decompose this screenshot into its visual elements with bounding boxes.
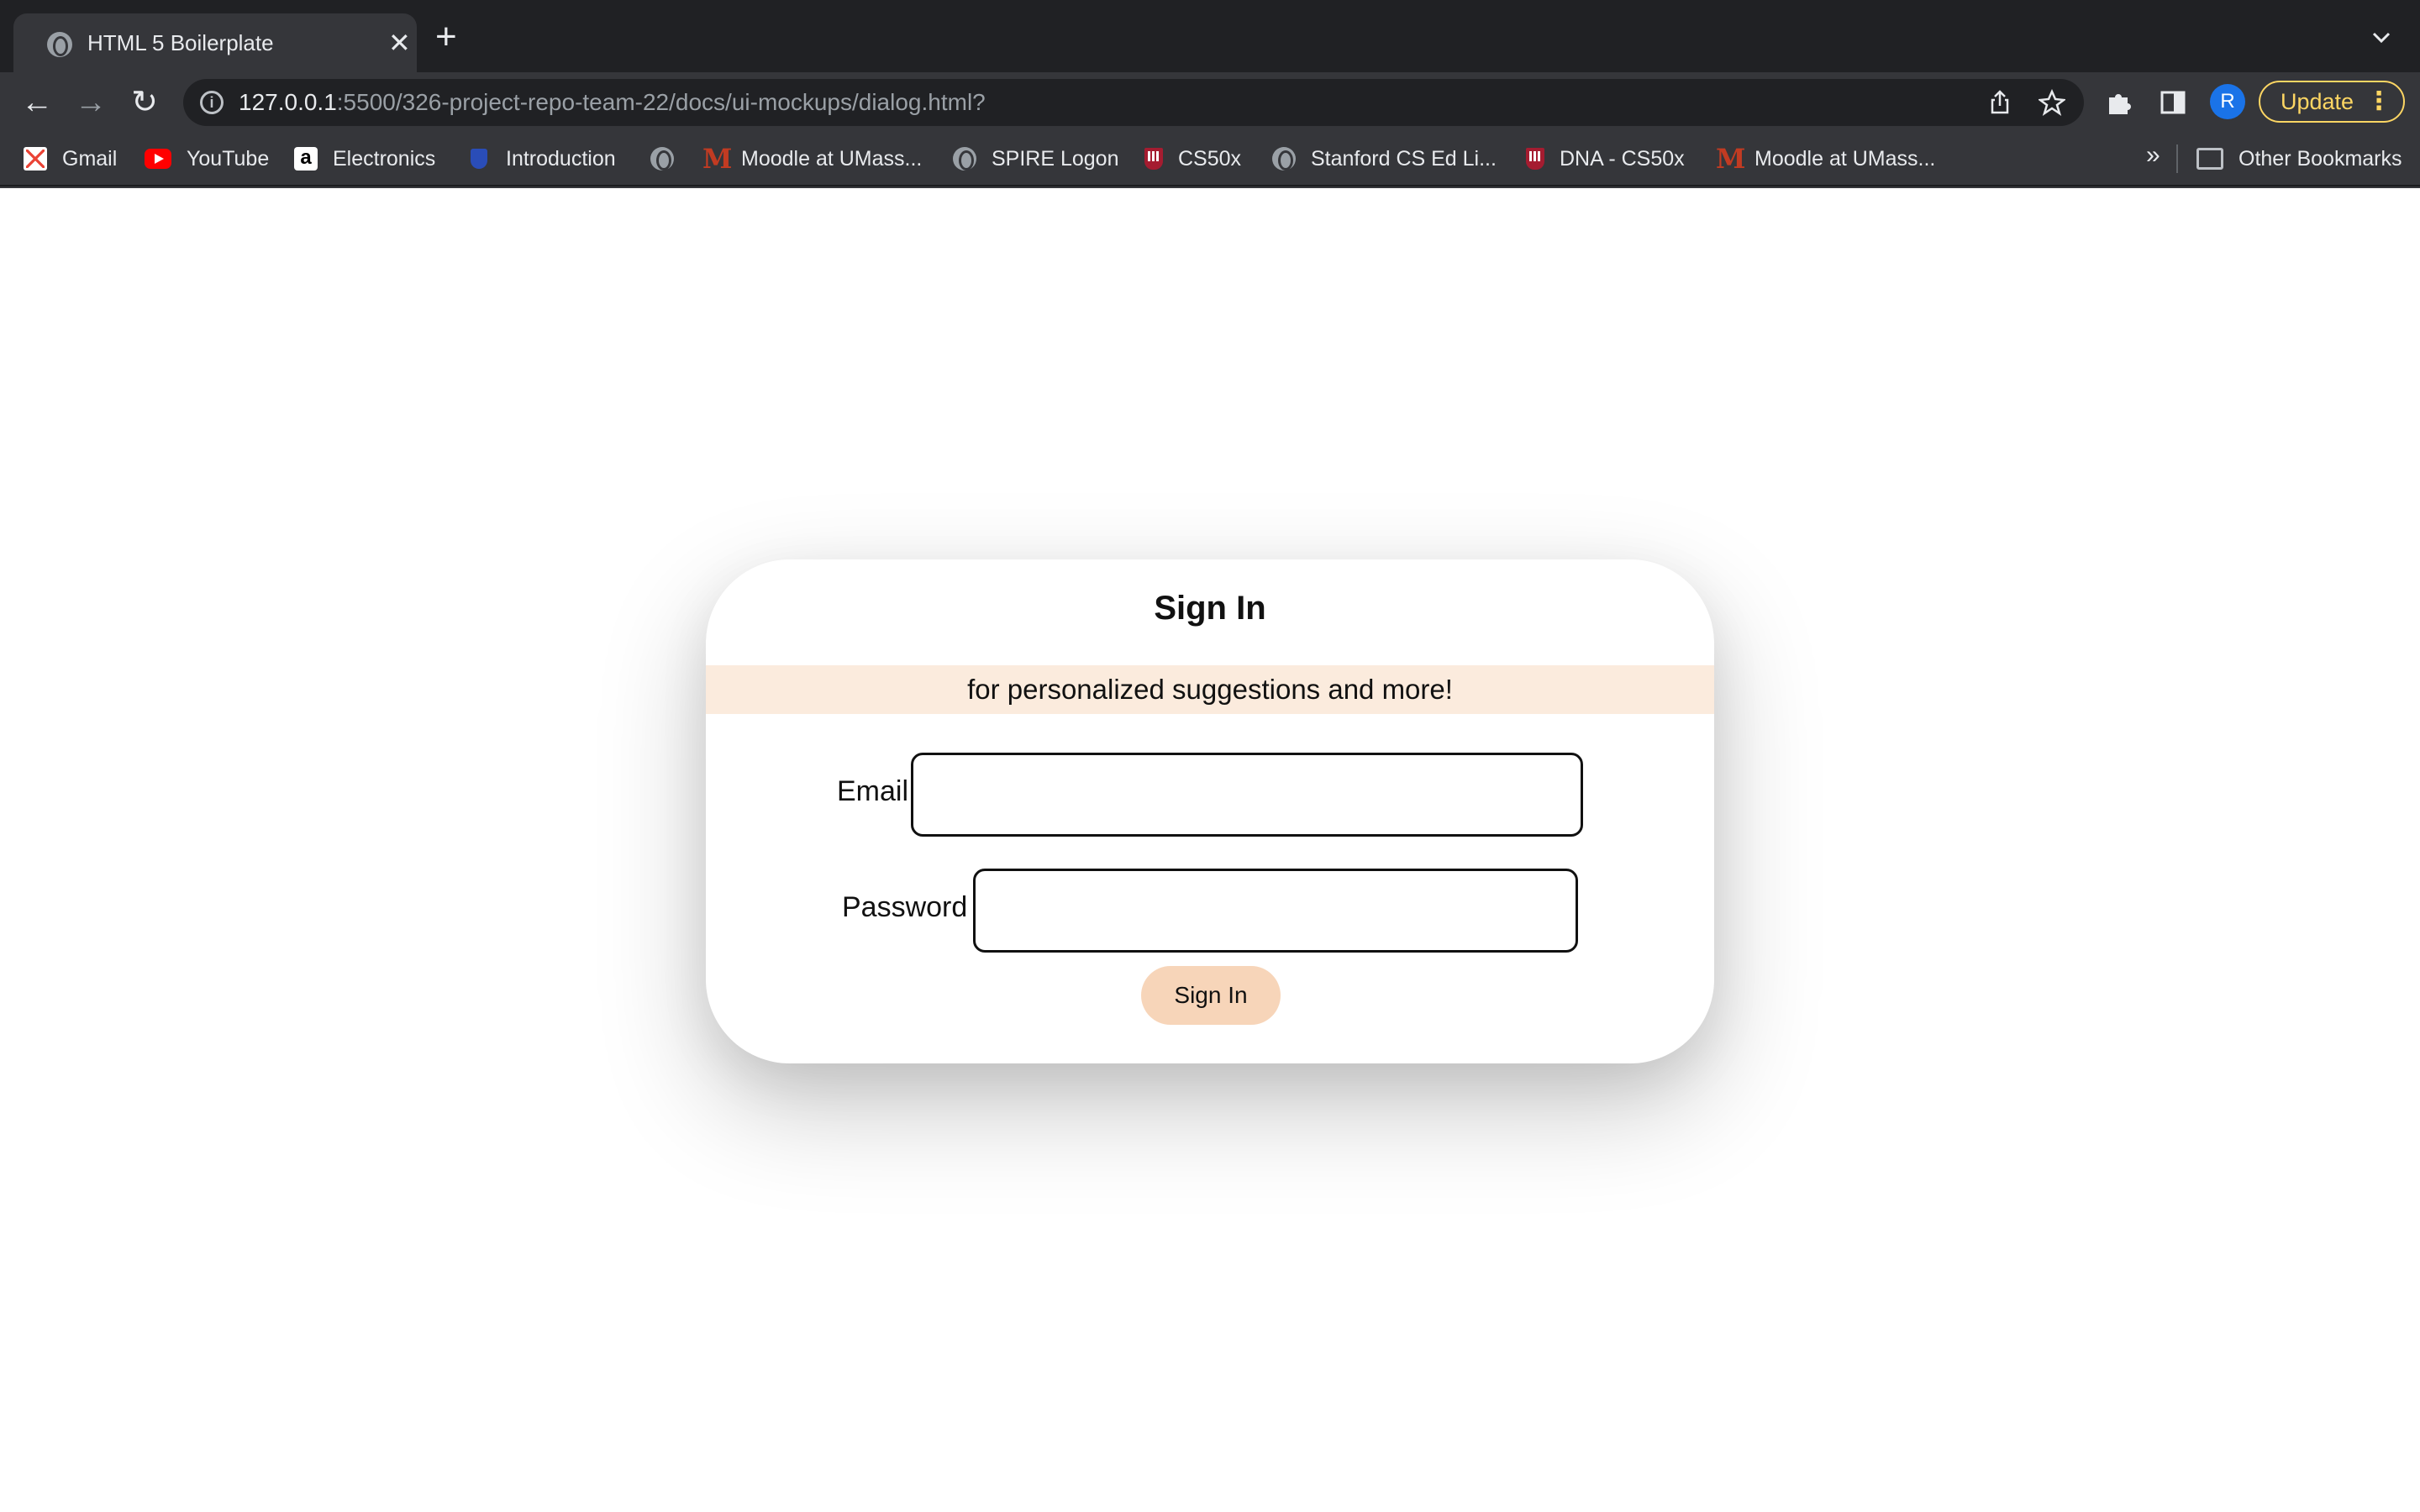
bookmark-cs50x[interactable]: CS50x xyxy=(1144,144,1241,173)
chevron-down-icon[interactable] xyxy=(2370,25,2393,49)
globe-icon xyxy=(953,147,976,171)
browser-tab[interactable]: HTML 5 Boilerplate ✕ xyxy=(13,13,417,72)
toolbar: ← → ↻ i 127.0.0.1:5500/326-project-repo-… xyxy=(0,72,2420,131)
reload-button[interactable]: ↻ xyxy=(128,86,161,119)
star-icon[interactable] xyxy=(2039,89,2065,116)
update-button[interactable]: Update ⋮ xyxy=(2259,81,2405,123)
bookmark-label: Moodle at UMass... xyxy=(741,146,923,171)
bookmarks-overflow-button[interactable]: » xyxy=(2146,141,2160,170)
bookmark-label: DNA - CS50x xyxy=(1560,146,1685,171)
side-panel-icon[interactable] xyxy=(2158,87,2188,118)
password-field[interactable] xyxy=(973,869,1578,953)
bookmark-spire[interactable]: SPIRE Logon xyxy=(953,144,1119,173)
email-field[interactable] xyxy=(911,753,1583,837)
other-bookmarks[interactable]: Other Bookmarks xyxy=(2196,144,2402,173)
browser-chrome: HTML 5 Boilerplate ✕ + ← → ↻ i 127.0.0.1… xyxy=(0,0,2420,188)
bookmark-label: Introduction xyxy=(506,146,616,171)
bookmark-label: YouTube xyxy=(187,146,270,171)
url-text[interactable]: 127.0.0.1:5500/326-project-repo-team-22/… xyxy=(239,89,986,116)
harvard-icon xyxy=(1526,148,1544,170)
globe-icon xyxy=(650,147,674,171)
sign-in-button[interactable]: Sign In xyxy=(1141,966,1281,1025)
introduction-icon xyxy=(467,147,491,171)
password-label: Password xyxy=(842,891,968,923)
bookmark-electronics[interactable]: a Electronics xyxy=(294,144,435,173)
folder-icon xyxy=(2196,148,2223,170)
bookmark-moodle[interactable]: M Moodle at UMass... xyxy=(702,144,922,173)
gmail-icon xyxy=(24,147,47,171)
bookmark-introduction[interactable]: Introduction xyxy=(467,144,616,173)
email-label: Email xyxy=(837,775,909,807)
other-bookmarks-label: Other Bookmarks xyxy=(2238,146,2402,171)
bookmark-moodle-2[interactable]: M Moodle at UMass... xyxy=(1716,144,1935,173)
forward-button[interactable]: → xyxy=(74,86,108,119)
new-tab-button[interactable]: + xyxy=(435,18,457,55)
bookmark-untitled[interactable] xyxy=(650,144,689,173)
bookmark-label: SPIRE Logon xyxy=(992,146,1119,171)
moodle-icon: M xyxy=(702,143,733,175)
share-icon[interactable] xyxy=(1986,89,2013,116)
globe-icon xyxy=(47,32,72,57)
extensions-icon[interactable] xyxy=(2104,87,2134,118)
address-bar[interactable]: i 127.0.0.1:5500/326-project-repo-team-2… xyxy=(183,79,2084,126)
bookmark-label: Gmail xyxy=(62,146,118,171)
tab-title: HTML 5 Boilerplate xyxy=(87,30,274,55)
bookmark-dna-cs50x[interactable]: DNA - CS50x xyxy=(1526,144,1685,173)
back-button[interactable]: ← xyxy=(20,86,54,119)
harvard-icon xyxy=(1144,148,1163,170)
info-icon[interactable]: i xyxy=(200,91,224,114)
page-content: Sign In for personalized suggestions and… xyxy=(0,188,2420,1512)
more-vert-icon: ⋮ xyxy=(2366,87,2391,115)
bookmark-label: Moodle at UMass... xyxy=(1754,146,1936,171)
bookmark-youtube[interactable]: YouTube xyxy=(145,144,269,173)
sign-in-dialog: Sign In for personalized suggestions and… xyxy=(706,559,1714,1063)
youtube-icon xyxy=(145,149,171,169)
dialog-subtitle: for personalized suggestions and more! xyxy=(706,665,1714,714)
bookmark-label: CS50x xyxy=(1178,146,1242,171)
bookmark-label: Electronics xyxy=(333,146,436,171)
url-host: 127.0.0.1 xyxy=(239,89,337,115)
avatar[interactable]: R xyxy=(2210,84,2245,119)
bookmark-label: Stanford CS Ed Li... xyxy=(1311,146,1497,171)
url-path: :5500/326-project-repo-team-22/docs/ui-m… xyxy=(336,89,986,115)
bookmarks-divider xyxy=(2176,144,2178,173)
globe-icon xyxy=(1272,147,1296,171)
bookmarks-bar: Gmail YouTube a Electronics Introduction… xyxy=(0,131,2420,186)
bookmark-gmail[interactable]: Gmail xyxy=(24,144,117,173)
dialog-title: Sign In xyxy=(1154,590,1266,627)
amazon-icon: a xyxy=(294,147,318,171)
update-label: Update xyxy=(2281,89,2354,114)
tab-strip: HTML 5 Boilerplate ✕ + xyxy=(0,0,2420,72)
close-icon[interactable]: ✕ xyxy=(388,29,411,57)
moodle-icon: M xyxy=(1716,143,1746,175)
bookmark-stanford[interactable]: Stanford CS Ed Li... xyxy=(1272,144,1497,173)
